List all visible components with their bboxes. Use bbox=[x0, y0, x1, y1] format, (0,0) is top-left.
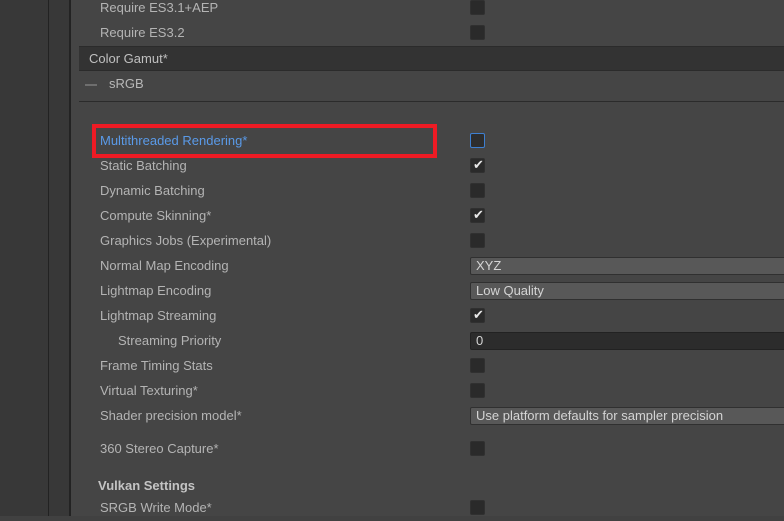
row-require-es32[interactable]: Require ES3.2 bbox=[71, 21, 784, 46]
check-icon: ✔ bbox=[473, 307, 484, 322]
dropdown-shader-precision-model[interactable]: Use platform defaults for sampler precis… bbox=[470, 407, 784, 425]
row-lightmap-encoding[interactable]: Lightmap Encoding Low Quality bbox=[71, 279, 784, 304]
checkbox-require-es32[interactable] bbox=[470, 25, 485, 40]
row-label: Streaming Priority bbox=[118, 333, 222, 348]
color-gamut-list: Color Gamut* sRGB bbox=[79, 46, 784, 103]
row-frame-timing-stats[interactable]: Frame Timing Stats bbox=[71, 354, 784, 379]
row-graphics-jobs[interactable]: Graphics Jobs (Experimental) bbox=[71, 229, 784, 254]
row-multithreaded-rendering[interactable]: Multithreaded Rendering* bbox=[71, 129, 784, 154]
row-360-stereo-capture[interactable]: 360 Stereo Capture* bbox=[71, 437, 784, 462]
row-streaming-priority[interactable]: Streaming Priority 0 bbox=[71, 329, 784, 354]
row-lightmap-streaming[interactable]: Lightmap Streaming ✔ bbox=[71, 304, 784, 329]
row-label: Shader precision model* bbox=[100, 408, 242, 423]
row-static-batching[interactable]: Static Batching ✔ bbox=[71, 154, 784, 179]
row-label: Compute Skinning* bbox=[100, 208, 212, 223]
row-label: Frame Timing Stats bbox=[100, 358, 213, 373]
checkbox-require-es31-aep[interactable] bbox=[470, 0, 485, 15]
row-label: Lightmap Streaming bbox=[100, 308, 217, 323]
row-shader-precision-model[interactable]: Shader precision model* Use platform def… bbox=[71, 404, 784, 429]
checkbox-virtual-texturing[interactable] bbox=[470, 383, 485, 398]
row-normal-map-encoding[interactable]: Normal Map Encoding XYZ bbox=[71, 254, 784, 279]
row-virtual-texturing[interactable]: Virtual Texturing* bbox=[71, 379, 784, 404]
checkbox-360-stereo-capture[interactable] bbox=[470, 441, 485, 456]
row-label: Require ES3.1+AEP bbox=[100, 0, 219, 15]
row-require-es31-aep[interactable]: Require ES3.1+AEP bbox=[71, 0, 784, 21]
color-gamut-item-label[interactable]: sRGB bbox=[109, 76, 144, 92]
checkbox-dynamic-batching[interactable] bbox=[470, 183, 485, 198]
left-gutter-panel bbox=[0, 0, 48, 516]
row-label: Multithreaded Rendering* bbox=[100, 133, 248, 148]
row-compute-skinning[interactable]: Compute Skinning* ✔ bbox=[71, 204, 784, 229]
check-icon: ✔ bbox=[473, 157, 484, 172]
section-title: Vulkan Settings bbox=[98, 478, 196, 493]
row-label: Lightmap Encoding bbox=[100, 283, 212, 298]
checkbox-frame-timing-stats[interactable] bbox=[470, 358, 485, 373]
drag-handle-icon[interactable] bbox=[85, 84, 97, 86]
checkbox-multithreaded-rendering[interactable] bbox=[470, 133, 485, 148]
player-settings-inspector: Require ES3.1+AEP Require ES3.2 Color Ga… bbox=[71, 0, 784, 516]
color-gamut-header: Color Gamut* bbox=[79, 46, 784, 71]
checkbox-static-batching[interactable]: ✔ bbox=[470, 157, 485, 173]
row-label: 360 Stereo Capture* bbox=[100, 441, 219, 456]
dropdown-lightmap-encoding[interactable]: Low Quality bbox=[470, 282, 784, 300]
dropdown-normal-map-encoding[interactable]: XYZ bbox=[470, 257, 784, 275]
row-label: Normal Map Encoding bbox=[100, 258, 229, 273]
input-streaming-priority[interactable]: 0 bbox=[470, 332, 784, 350]
checkbox-lightmap-streaming[interactable]: ✔ bbox=[470, 307, 485, 323]
panel-side-band bbox=[49, 0, 69, 516]
row-label: Dynamic Batching bbox=[100, 183, 205, 198]
row-label: Require ES3.2 bbox=[100, 25, 185, 40]
check-icon: ✔ bbox=[473, 207, 484, 222]
checkbox-graphics-jobs[interactable] bbox=[470, 233, 485, 248]
color-gamut-title: Color Gamut* bbox=[89, 51, 168, 66]
color-gamut-items: sRGB bbox=[79, 70, 784, 102]
row-label: Virtual Texturing* bbox=[100, 383, 198, 398]
row-dynamic-batching[interactable]: Dynamic Batching bbox=[71, 179, 784, 204]
checkbox-compute-skinning[interactable]: ✔ bbox=[470, 207, 485, 223]
row-label: Static Batching bbox=[100, 158, 187, 173]
row-srgb-write-mode[interactable]: SRGB Write Mode* bbox=[71, 496, 784, 521]
row-label: Graphics Jobs (Experimental) bbox=[100, 233, 272, 248]
checkbox-srgb-write-mode[interactable] bbox=[470, 500, 485, 515]
row-label: SRGB Write Mode* bbox=[100, 500, 212, 515]
